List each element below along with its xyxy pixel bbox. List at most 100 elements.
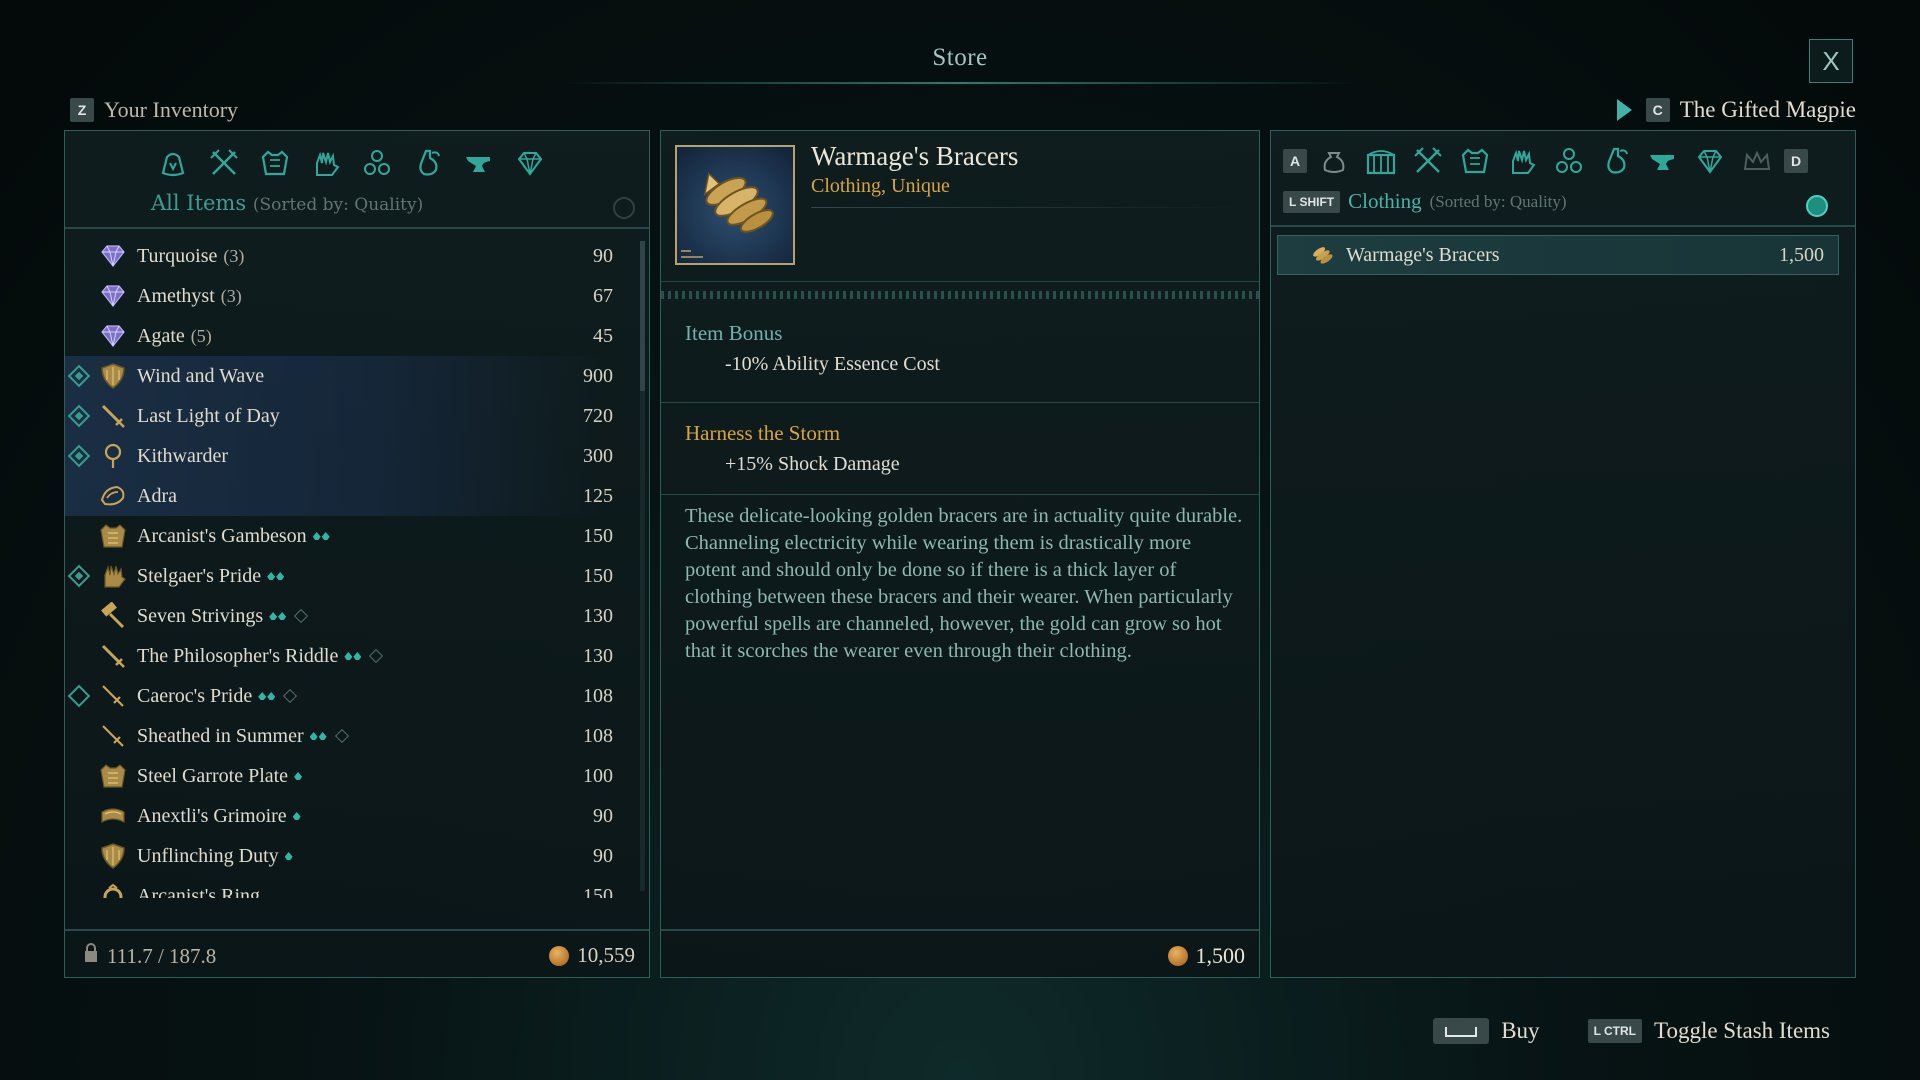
upgrade-pip-icon (321, 532, 330, 540)
vendor-filter[interactable]: L SHIFT Clothing (Sorted by: Quality) (1283, 189, 1567, 214)
inventory-item-row[interactable]: Last Light of Day 720 (65, 396, 631, 436)
chest-icon[interactable] (1361, 143, 1401, 179)
inventory-item-value: 300 (583, 444, 613, 467)
inventory-item-row[interactable]: The Philosopher's Riddle 130 (65, 636, 631, 676)
weapons-icon[interactable] (204, 145, 244, 181)
pouch-icon[interactable] (1314, 143, 1354, 179)
inventory-item-row[interactable]: Seven Strivings 130 (65, 596, 631, 636)
inventory-item-value: 130 (583, 604, 613, 627)
bracers-icon (681, 172, 774, 258)
sort-globe-icon[interactable] (1806, 195, 1828, 217)
inventory-header[interactable]: Z Your Inventory (70, 97, 238, 123)
vendor-key: C (1645, 98, 1670, 122)
consumables-icon[interactable] (408, 145, 448, 181)
ctrl-key: L CTRL (1587, 1019, 1643, 1043)
inventory-item-count: (5) (190, 325, 212, 346)
gem-icon[interactable] (1690, 143, 1730, 179)
title-underline (560, 82, 1360, 84)
prev-category-key[interactable]: A (1283, 149, 1307, 173)
item-bonus-text: -10% Ability Essence Cost (725, 353, 940, 375)
upgrade-level-icon (294, 772, 303, 780)
item-bonus-section: Item Bonus -10% Ability Essence Cost (661, 307, 1259, 403)
inventory-item-row[interactable]: Steel Garrote Plate 100 (65, 756, 631, 796)
anvil-icon[interactable] (1643, 143, 1683, 179)
item-subtitle: Clothing, Unique (811, 175, 950, 197)
buy-action[interactable]: Buy (1433, 1018, 1540, 1044)
inventory-label: Your Inventory (104, 97, 239, 122)
equipped-marker-icon (67, 364, 91, 388)
all-items-icon[interactable] (153, 145, 193, 181)
next-category-key[interactable]: D (1784, 149, 1808, 173)
shift-key: L SHIFT (1283, 190, 1341, 213)
inventory-item-value: 150 (583, 884, 613, 899)
gem-icon (99, 242, 127, 270)
upgrade-level-icon (292, 812, 301, 820)
inventory-item-row[interactable]: Kithwarder 300 (65, 436, 631, 476)
inventory-item-row[interactable]: Arcanist's Ring 150 (65, 876, 631, 898)
ring-icon (99, 882, 127, 898)
item-detail-panel: Warmage's Bracers Clothing, Unique Item … (660, 130, 1260, 978)
chest-armor-icon (99, 522, 127, 550)
armor-icon[interactable] (255, 145, 295, 181)
inventory-item-label: The Philosopher's Riddle (137, 644, 339, 667)
equipped-marker-icon (67, 404, 91, 428)
inventory-filter-label: All Items (151, 191, 247, 215)
inventory-item-row[interactable]: Turquoise (3) 90 (65, 236, 631, 276)
inventory-filter[interactable]: All Items (Sorted by: Quality) (151, 191, 423, 215)
trinkets-icon[interactable] (1549, 143, 1589, 179)
inventory-item-name: Adra (137, 485, 177, 508)
close-button[interactable]: X (1809, 39, 1853, 83)
inventory-item-row[interactable]: Sheathed in Summer 108 (65, 716, 631, 756)
inventory-item-row[interactable]: Caeroc's Pride 108 (65, 676, 631, 716)
inventory-item-row[interactable]: Wind and Wave 900 (65, 356, 631, 396)
weight-icon (83, 943, 99, 969)
vendor-header[interactable]: C The Gifted Magpie (1616, 97, 1856, 123)
player-gold-value: 10,559 (577, 943, 635, 967)
inventory-item-name: Sheathed in Summer (137, 725, 349, 748)
vendor-category-tabs: AD (1283, 143, 1808, 179)
inventory-item-count: (3) (223, 245, 245, 266)
vendor-item-row[interactable]: Warmage's Bracers 1,500 (1277, 235, 1839, 275)
scrollbar-thumb[interactable] (640, 241, 645, 391)
trinkets-icon[interactable] (357, 145, 397, 181)
coin-icon (549, 945, 570, 966)
inventory-item-row[interactable]: Agate (5) 45 (65, 316, 631, 356)
anvil-icon[interactable] (459, 145, 499, 181)
inventory-item-label: Seven Strivings (137, 604, 264, 627)
decorative-band (661, 291, 1259, 299)
inventory-item-row[interactable]: Anextli's Grimoire 90 (65, 796, 631, 836)
weapons-icon[interactable] (1408, 143, 1448, 179)
inventory-item-row[interactable]: Arcanist's Gambeson 150 (65, 516, 631, 556)
hammer-icon (99, 602, 127, 630)
inventory-item-row[interactable]: Unflinching Duty 90 (65, 836, 631, 876)
inventory-item-value: 125 (583, 484, 613, 507)
armor-icon[interactable] (1455, 143, 1495, 179)
inventory-item-label: Arcanist's Gambeson (137, 524, 307, 547)
inventory-item-label: Anextli's Grimoire (137, 804, 287, 827)
divider (811, 207, 1241, 208)
inventory-item-row[interactable]: Stelgaer's Pride 150 (65, 556, 631, 596)
inventory-item-label: Amethyst (137, 284, 215, 307)
socket-icon (334, 728, 349, 744)
inventory-item-name: Stelgaer's Pride (137, 565, 285, 588)
inventory-item-label: Agate (137, 324, 185, 347)
consumables-icon[interactable] (1596, 143, 1636, 179)
upgrade-pip-icon (292, 812, 301, 820)
gloves-icon[interactable] (306, 145, 346, 181)
upgrade-pip-icon (309, 732, 318, 740)
dagger-icon (99, 722, 127, 750)
gem-icon[interactable] (510, 145, 550, 181)
gloves-icon[interactable] (1502, 143, 1542, 179)
toggle-stash-action[interactable]: L CTRL Toggle Stash Items (1587, 1018, 1830, 1044)
upgrade-pip-icon (318, 732, 327, 740)
inventory-item-row[interactable]: Amethyst (3) 67 (65, 276, 631, 316)
item-price-value: 1,500 (1195, 943, 1246, 968)
crown-icon[interactable] (1737, 143, 1777, 179)
inventory-item-value: 45 (593, 324, 613, 347)
equipped-marker-icon (67, 684, 91, 708)
inventory-panel: All Items (Sorted by: Quality) Turquoise… (64, 130, 650, 978)
upgrade-level-icon (344, 652, 362, 660)
carry-weight: 111.7 / 187.8 (83, 943, 216, 969)
inventory-item-row[interactable]: Adra 125 (65, 476, 631, 516)
sort-globe-icon[interactable] (613, 197, 635, 219)
